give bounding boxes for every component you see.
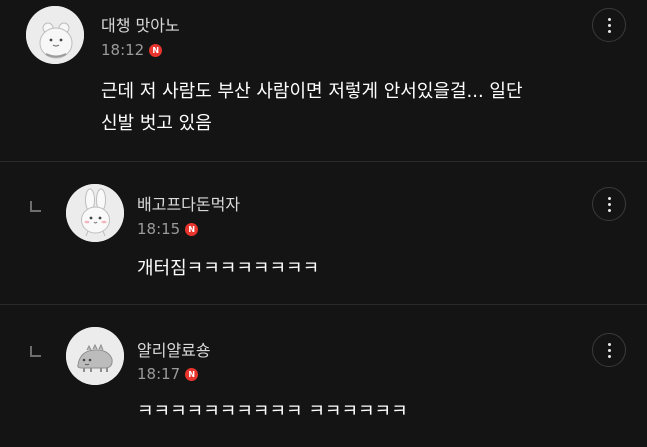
reply-arrow-icon: [30, 346, 41, 357]
more-dot-icon: [607, 17, 611, 21]
more-dot-icon: [607, 348, 611, 352]
comment-time: 18:12: [101, 41, 145, 59]
divider: [0, 161, 647, 162]
avatar[interactable]: [26, 6, 84, 64]
comment-meta: 18:15 N: [137, 220, 199, 238]
avatar[interactable]: [66, 327, 124, 385]
comment-text: 개터짐ㅋㅋㅋㅋㅋㅋㅋㅋ: [137, 258, 320, 279]
new-badge: N: [149, 43, 163, 57]
more-options-button[interactable]: [592, 8, 626, 42]
comment-nickname[interactable]: 대챙 맛아노: [101, 12, 180, 36]
dinosaur-avatar-icon: [66, 327, 124, 385]
reply-arrow-icon: [30, 201, 41, 212]
more-options-button[interactable]: [592, 333, 626, 367]
comment-meta: 18:17 N: [137, 365, 199, 383]
more-dot-icon: [607, 202, 611, 206]
divider: [0, 304, 647, 305]
new-badge: N: [185, 367, 199, 381]
more-dot-icon: [607, 29, 611, 33]
comment-meta: 18:12 N: [101, 41, 163, 59]
more-dot-icon: [607, 354, 611, 358]
comment-time: 18:17: [137, 365, 181, 383]
more-options-button[interactable]: [592, 187, 626, 221]
comment-time: 18:15: [137, 220, 181, 238]
comment-text: ㅋㅋㅋㅋㅋㅋㅋㅋㅋㅋ ㅋㅋㅋㅋㅋㅋ: [137, 401, 408, 422]
comment-nickname[interactable]: 배고프다돈먹자: [137, 191, 240, 215]
white-bear-avatar-icon: [26, 6, 84, 64]
more-dot-icon: [607, 23, 611, 27]
comment-text: 근데 저 사람도 부산 사람이면 저렇게 안서있을걸... 일단 신발 벗고 있…: [101, 81, 523, 134]
more-dot-icon: [607, 342, 611, 346]
more-dot-icon: [607, 208, 611, 212]
rabbit-avatar-icon: [66, 184, 124, 242]
avatar[interactable]: [66, 184, 124, 242]
new-badge: N: [185, 222, 199, 236]
more-dot-icon: [607, 196, 611, 200]
comment-nickname[interactable]: 얄리얄료숑: [137, 337, 211, 361]
